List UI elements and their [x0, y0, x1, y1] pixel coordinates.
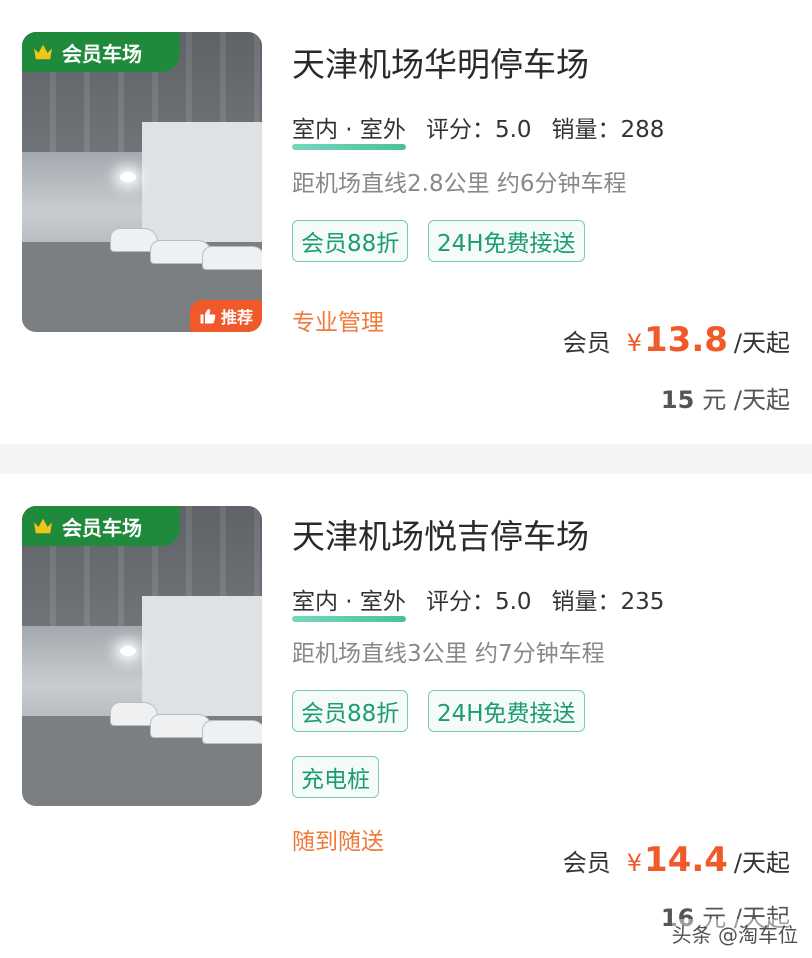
original-price-line: 15 元 /天起 — [661, 380, 790, 415]
indoor-outdoor-label: 室内 · 室外 — [292, 582, 406, 622]
member-price-value: 14.4 — [644, 840, 728, 880]
crown-icon — [34, 518, 52, 534]
crown-icon — [34, 44, 52, 60]
per-day-label: /天起 — [733, 849, 790, 877]
listing-title[interactable]: 天津机场悦吉停车场 — [292, 510, 589, 558]
recommend-badge: 推荐 — [190, 300, 262, 332]
member-lot-badge: 会员车场 — [22, 32, 180, 72]
tag-free-shuttle: 24H免费接送 — [428, 690, 585, 732]
listing-meta: 室内 · 室外 评分：5.0 销量：288 — [292, 110, 665, 150]
member-lot-badge: 会员车场 — [22, 506, 180, 546]
member-price-line: 会员 ¥ 13.8 /天起 — [563, 320, 790, 360]
watermark: 头条 @淘车位 — [671, 919, 798, 948]
original-price-unit: 元 /天起 — [702, 386, 790, 414]
sales-text: 销量：235 — [551, 589, 665, 615]
rating-text: 评分：5.0 — [425, 117, 532, 143]
parking-lot-photo[interactable]: 会员车场 — [22, 506, 262, 806]
parking-lot-photo[interactable]: 会员车场 推荐 — [22, 32, 262, 332]
member-price-label: 会员 — [562, 329, 611, 357]
tag-member-discount: 会员88折 — [292, 690, 409, 732]
rating-text: 评分：5.0 — [425, 589, 532, 615]
member-lot-badge-label: 会员车场 — [62, 515, 142, 540]
feature-text: 随到随送 — [292, 829, 384, 855]
parking-listing-card[interactable]: 会员车场 推荐 天津机场华明停车场 室内 · 室外 评分：5.0 销量：288 … — [0, 0, 812, 444]
tag-member-discount: 会员88折 — [292, 220, 409, 262]
distance-text: 距机场直线2.8公里 约6分钟车程 — [292, 171, 627, 197]
listing-title[interactable]: 天津机场华明停车场 — [292, 38, 589, 86]
indoor-outdoor-label: 室内 · 室外 — [292, 110, 406, 150]
feature-text: 专业管理 — [292, 310, 384, 336]
tag-charging-pile: 充电桩 — [292, 756, 379, 798]
parking-listing-card[interactable]: 会员车场 天津机场悦吉停车场 室内 · 室外 评分：5.0 销量：235 距机场… — [0, 474, 812, 958]
per-day-label: /天起 — [733, 329, 790, 357]
thumbs-up-icon — [200, 309, 216, 324]
member-price-value: 13.8 — [644, 320, 728, 360]
sales-text: 销量：288 — [551, 117, 665, 143]
member-lot-badge-label: 会员车场 — [62, 41, 142, 66]
recommend-badge-label: 推荐 — [220, 308, 253, 327]
currency-symbol: ¥ — [626, 849, 643, 877]
currency-symbol: ¥ — [626, 329, 643, 357]
member-price-label: 会员 — [562, 849, 611, 877]
listing-meta: 室内 · 室外 评分：5.0 销量：235 — [292, 582, 665, 622]
distance-text: 距机场直线3公里 约7分钟车程 — [292, 641, 605, 667]
tag-free-shuttle: 24H免费接送 — [428, 220, 585, 262]
original-price-value: 15 — [660, 386, 695, 414]
member-price-line: 会员 ¥ 14.4 /天起 — [563, 840, 790, 880]
